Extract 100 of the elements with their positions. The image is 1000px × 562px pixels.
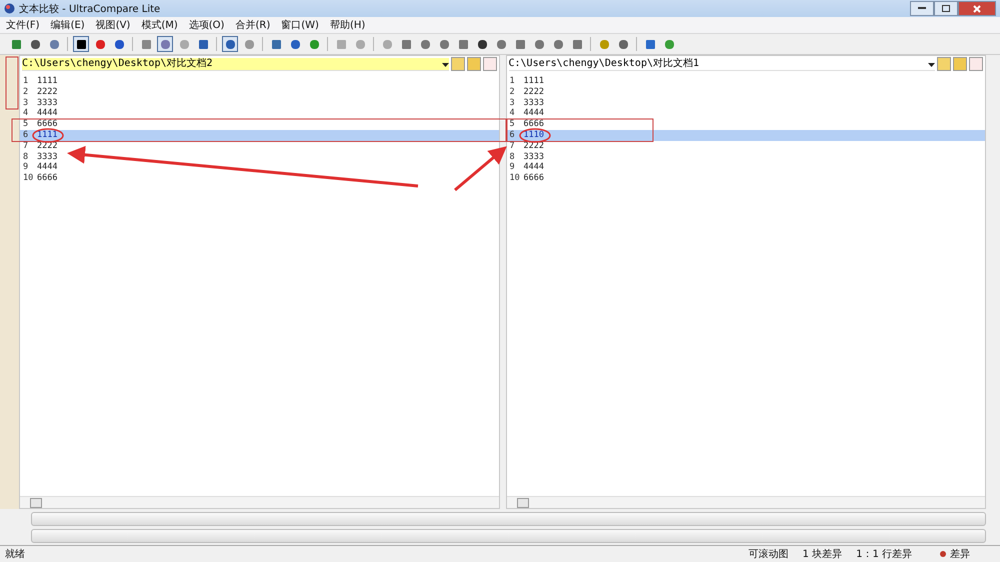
toolbar-icon — [598, 38, 610, 50]
line-text: 2222 — [37, 86, 58, 98]
text-line[interactable]: 1 1111 — [20, 76, 498, 87]
font-button[interactable] — [482, 57, 496, 71]
toolbar-icon — [618, 38, 628, 50]
line-number: 4 — [508, 108, 516, 120]
line-text: 6666 — [524, 173, 544, 184]
toolbar-icon — [514, 38, 526, 50]
status-text: 差异 — [950, 548, 970, 561]
line-text: 1111 — [37, 76, 58, 87]
line-number: 7 — [508, 140, 516, 152]
line-number: 10 — [508, 173, 521, 184]
line-text: 6666 — [37, 173, 58, 184]
window-title: 文本比较 - UltraCompare Lite — [19, 2, 160, 16]
app-icon — [4, 3, 15, 14]
font-button[interactable] — [969, 57, 983, 71]
text-line[interactable]: 5 6666 — [20, 119, 498, 130]
folder-button[interactable] — [450, 57, 464, 71]
toolbar-icon — [438, 38, 450, 50]
toolbar-icon — [76, 38, 86, 50]
text-line[interactable]: 9 4444 — [20, 162, 498, 174]
line-text: 1111 — [524, 76, 544, 87]
toolbar-icon — [178, 38, 190, 50]
text-line[interactable]: 2 2222 — [20, 86, 498, 98]
line-text: 2222 — [524, 86, 544, 98]
toolbar-icon — [476, 38, 488, 50]
menu-item[interactable]: 模式(M) — [141, 18, 178, 32]
line-text: 1111 — [37, 130, 58, 141]
toolbar-icon — [354, 38, 366, 50]
text-line[interactable]: 1 1111 — [506, 76, 985, 87]
line-text: 6666 — [37, 119, 58, 130]
text-line[interactable]: 9 4444 — [506, 162, 985, 174]
text-line[interactable]: 3 3333 — [506, 98, 985, 108]
text-line[interactable]: 4 4444 — [506, 108, 985, 120]
horizontal-scrollbar[interactable] — [506, 496, 985, 508]
horizontal-scrollbar[interactable] — [31, 512, 986, 526]
menu-item[interactable]: 视图(V) — [96, 18, 130, 32]
toolbar-icon — [140, 38, 152, 50]
annotation-arrow — [454, 146, 507, 192]
minimize-button[interactable] — [910, 1, 934, 16]
line-number: 9 — [508, 162, 516, 174]
annotation-circle — [519, 128, 551, 143]
menu-item[interactable]: 选项(O) — [188, 18, 224, 32]
text-line[interactable]: 8 3333 — [20, 152, 498, 162]
line-text: 4444 — [524, 108, 544, 120]
text-line[interactable]: 10 6666 — [506, 173, 985, 184]
menu-item[interactable]: 合并(R) — [235, 18, 270, 32]
toolbar-icon — [336, 38, 346, 50]
text-line[interactable]: 5 6666 — [506, 119, 985, 130]
line-number: 1 — [22, 76, 30, 87]
status-text: 就绪 — [5, 548, 25, 561]
line-text: 4444 — [37, 108, 58, 120]
maximize-button[interactable] — [934, 1, 958, 16]
line-number: 2 — [508, 86, 516, 98]
text-line[interactable]: 4 4444 — [20, 108, 498, 120]
text-line[interactable]: 10 6666 — [20, 173, 498, 184]
line-text: 3333 — [37, 152, 58, 162]
toolbar-icon — [290, 38, 300, 50]
text-line[interactable]: 2 2222 — [506, 86, 985, 98]
toolbar-icon — [160, 38, 170, 50]
toolbar-button[interactable] — [73, 36, 89, 52]
line-number: 5 — [22, 119, 30, 130]
toolbar-icon — [458, 38, 468, 50]
annotation-box — [6, 56, 18, 110]
menu-item[interactable]: 窗口(W) — [281, 18, 319, 32]
toolbar-icon — [308, 38, 320, 50]
maximize-icon — [942, 5, 950, 12]
toolbar-icon — [10, 38, 22, 50]
toolbar-icon — [664, 38, 674, 50]
line-text: 3333 — [524, 98, 544, 108]
line-text: 4444 — [524, 162, 544, 174]
toolbar-icon — [114, 38, 124, 50]
line-number: 9 — [22, 162, 30, 174]
line-number: 4 — [22, 108, 30, 120]
status-text: 1：1 行差异 — [856, 548, 912, 561]
text-line[interactable]: 3 3333 — [20, 98, 498, 108]
line-text: 6666 — [524, 119, 544, 130]
line-text: 3333 — [37, 98, 58, 108]
line-number: 8 — [508, 152, 516, 162]
toolbar-icon — [48, 38, 60, 50]
close-button[interactable] — [958, 1, 996, 16]
line-number: 3 — [22, 98, 30, 108]
line-number: 6 — [22, 130, 30, 141]
text-line[interactable]: 8 3333 — [506, 152, 985, 162]
toolbar-icon — [400, 38, 412, 50]
toolbar-icon — [224, 38, 236, 50]
toolbar-icon — [552, 38, 564, 50]
toolbar-icon — [270, 38, 282, 50]
minimize-icon — [918, 7, 926, 10]
horizontal-scrollbar[interactable] — [31, 529, 986, 543]
line-number: 1 — [508, 76, 516, 87]
menu-item[interactable]: 帮助(H) — [330, 18, 366, 32]
horizontal-scrollbar[interactable] — [20, 496, 498, 508]
line-text: 1110 — [524, 130, 544, 141]
status-text: 可滚动图 — [748, 548, 789, 561]
toolbar-icon — [30, 38, 40, 50]
menu-item[interactable]: 文件(F) — [6, 18, 40, 32]
folder-button[interactable] — [466, 57, 480, 71]
line-text: 3333 — [524, 152, 544, 162]
menu-item[interactable]: 编辑(E) — [50, 18, 85, 32]
